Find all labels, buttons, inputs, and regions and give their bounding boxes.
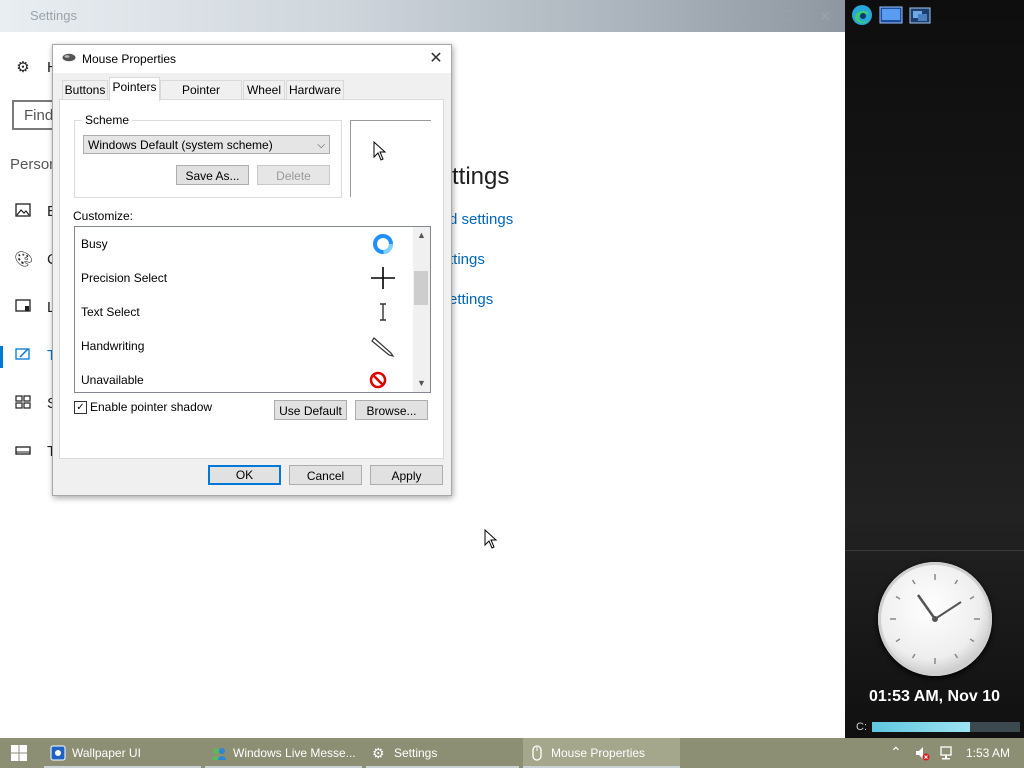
related-link-1[interactable]: d settings xyxy=(449,211,513,228)
pen-icon xyxy=(371,337,395,357)
wallpaper-ui-icon xyxy=(50,745,66,761)
dialog-title: Mouse Properties xyxy=(82,52,177,66)
section-label: Person xyxy=(10,156,58,173)
sidebar-divider xyxy=(845,550,1024,551)
scroll-up-icon[interactable]: ▲ xyxy=(413,227,430,244)
list-item-label: Unavailable xyxy=(81,373,144,387)
tab-hardware[interactable]: Hardware xyxy=(286,80,344,100)
list-item[interactable]: Precision Select xyxy=(75,261,411,295)
minimize-button[interactable]: — xyxy=(740,6,760,26)
ok-button[interactable]: OK xyxy=(208,465,281,485)
pointer-list[interactable]: Busy Precision Select Text Select Handwr… xyxy=(74,226,431,393)
volume-muted-icon[interactable] xyxy=(914,745,930,761)
messenger-icon xyxy=(212,748,226,760)
edge-browser-icon[interactable] xyxy=(850,4,874,26)
list-item[interactable]: Text Select xyxy=(75,295,411,329)
close-button[interactable]: ✕ xyxy=(815,6,835,26)
active-nav-indicator xyxy=(0,346,3,368)
save-as-button[interactable]: Save As... xyxy=(176,165,249,185)
mouse-icon xyxy=(62,53,76,62)
analog-clock xyxy=(878,562,992,676)
mouse-icon xyxy=(532,745,542,761)
windows-logo-icon xyxy=(11,745,27,761)
list-item[interactable]: Unavailable xyxy=(75,363,411,392)
clock-datetime: 01:53 AM, Nov 10 xyxy=(868,688,1000,705)
pointers-tab-panel: Scheme Windows Default (system scheme) ⌵… xyxy=(59,99,444,459)
background-icon[interactable] xyxy=(14,203,32,221)
crosshair-icon xyxy=(371,267,395,289)
list-item[interactable]: Busy xyxy=(75,227,411,261)
drive-label: C: xyxy=(856,721,867,733)
pointer-preview xyxy=(350,120,431,197)
tab-pointer-options[interactable]: Pointer Options xyxy=(160,80,242,116)
taskbar: Wallpaper UI Windows Live Messe... ⚙ Set… xyxy=(0,738,1024,768)
taskbar-item-label: Wallpaper UI xyxy=(72,746,141,760)
start-button[interactable] xyxy=(0,738,38,768)
taskbar-item-wallpaper-ui[interactable]: Wallpaper UI xyxy=(44,738,201,768)
related-link-3[interactable]: ettings xyxy=(449,291,493,308)
pointer-shadow-label[interactable]: Enable pointer shadow xyxy=(90,400,212,414)
list-scrollbar[interactable]: ▲ ▼ xyxy=(413,227,430,392)
delete-button[interactable]: Delete xyxy=(257,165,330,185)
text-select-icon xyxy=(380,303,386,321)
apply-button[interactable]: Apply xyxy=(370,465,443,485)
drive-usage-bar xyxy=(872,722,1020,732)
use-default-button[interactable]: Use Default xyxy=(274,400,347,420)
list-item-label: Precision Select xyxy=(81,271,168,285)
busy-icon xyxy=(373,234,393,254)
home-gear-icon[interactable]: ⚙ xyxy=(14,59,32,77)
clock-face xyxy=(890,574,980,664)
scheme-groupbox xyxy=(74,120,342,198)
lock-screen-icon[interactable] xyxy=(14,299,32,317)
themes-icon[interactable] xyxy=(14,347,32,365)
arrow-cursor-icon xyxy=(373,141,387,161)
mouse-cursor-icon xyxy=(484,529,498,549)
list-item-label: Busy xyxy=(81,237,108,251)
show-desktop-icon[interactable] xyxy=(879,4,903,26)
taskbar-settings-icon[interactable] xyxy=(14,443,32,461)
tray-clock[interactable]: 1:53 AM xyxy=(966,746,1010,760)
switch-windows-icon[interactable] xyxy=(908,4,932,26)
start-icon[interactable] xyxy=(14,395,32,413)
settings-titlebar[interactable]: Settings — ❐ ✕ xyxy=(0,0,845,32)
scheme-select[interactable]: Windows Default (system scheme) ⌵ xyxy=(83,135,330,154)
settings-window-title: Settings xyxy=(30,8,77,23)
chevron-down-icon: ⌵ xyxy=(317,140,325,151)
related-link-2[interactable]: ttings xyxy=(449,251,485,268)
tray-expand-chevron-up-icon[interactable]: ⌃ xyxy=(890,744,902,761)
taskbar-item-label: Settings xyxy=(394,746,438,760)
list-item-label: Text Select xyxy=(81,305,140,319)
pointer-shadow-checkbox[interactable]: ✓ xyxy=(74,401,87,414)
network-icon[interactable] xyxy=(939,745,955,761)
list-item-label: Handwriting xyxy=(81,339,145,353)
tab-pointers[interactable]: Pointers xyxy=(109,77,160,101)
dialog-titlebar[interactable]: Mouse Properties ✕ xyxy=(53,45,451,73)
dialog-close-button[interactable]: ✕ xyxy=(425,48,447,70)
mouse-properties-dialog: Mouse Properties ✕ Buttons Pointers Poin… xyxy=(52,44,452,496)
cancel-button[interactable]: Cancel xyxy=(289,465,362,485)
taskbar-item-messenger[interactable]: Windows Live Messe... xyxy=(205,738,362,768)
browse-button[interactable]: Browse... xyxy=(355,400,428,420)
gear-icon: ⚙ xyxy=(372,745,385,761)
taskbar-item-mouse-properties[interactable]: Mouse Properties xyxy=(523,738,680,768)
taskbar-item-label: Windows Live Messe... xyxy=(233,746,356,760)
customize-label: Customize: xyxy=(73,209,134,223)
taskbar-item-settings[interactable]: ⚙ Settings xyxy=(366,738,519,768)
taskbar-item-label: Mouse Properties xyxy=(551,746,646,760)
list-item[interactable]: Handwriting xyxy=(75,329,411,363)
page-title: ttings xyxy=(452,163,510,190)
scroll-thumb[interactable] xyxy=(414,271,428,305)
colors-icon[interactable]: 🎨︎ xyxy=(14,251,33,269)
scheme-select-value: Windows Default (system scheme) xyxy=(88,138,273,152)
restore-button[interactable]: ❐ xyxy=(777,6,797,26)
scheme-label: Scheme xyxy=(82,113,133,127)
unavailable-icon xyxy=(369,371,387,389)
tab-wheel[interactable]: Wheel xyxy=(243,80,285,100)
drive-usage-fill xyxy=(872,722,970,732)
scroll-down-icon[interactable]: ▼ xyxy=(413,375,430,392)
tab-buttons[interactable]: Buttons xyxy=(62,80,108,100)
search-placeholder: Find xyxy=(24,107,54,124)
